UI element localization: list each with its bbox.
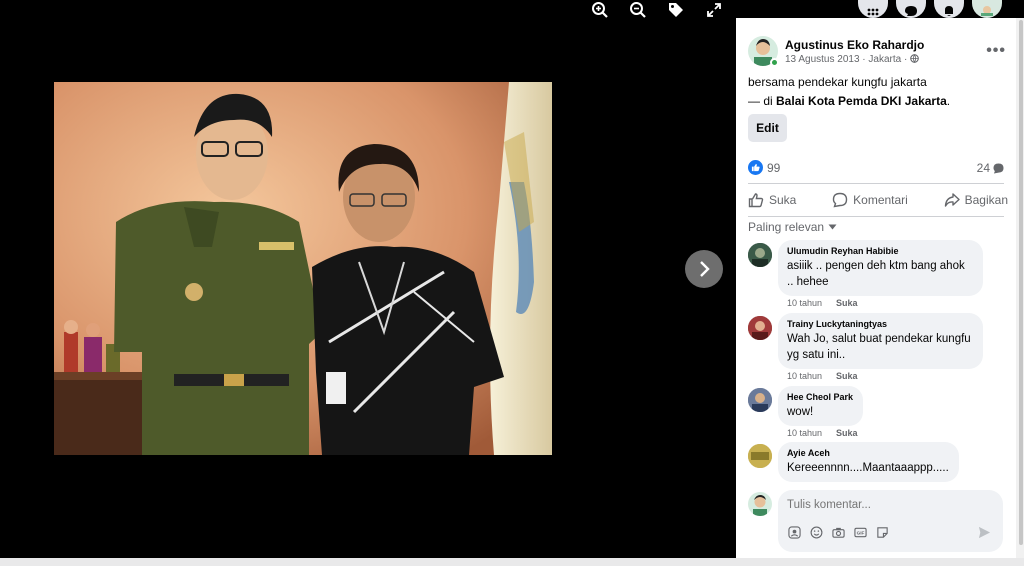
like-button[interactable]: Suka	[748, 188, 796, 212]
reactions-bar: 99 24	[748, 160, 1004, 176]
post-meta: 13 Agustus 2013 · Jakarta ·	[785, 54, 919, 65]
viewer-toolbar	[590, 0, 724, 20]
post-date[interactable]: 13 Agustus 2013	[785, 54, 860, 65]
comment-meta: 10 tahun Suka	[787, 371, 858, 381]
post-header: Agustinus Eko Rahardjo 13 Agustus 2013 ·…	[748, 36, 1006, 70]
checkin-prefix: — di	[748, 94, 777, 108]
commenter-avatar[interactable]	[748, 243, 772, 267]
comment-text: Wah Jo, salut buat pendekar kungfu yg sa…	[787, 333, 971, 361]
comment-like-button[interactable]: Suka	[836, 428, 858, 438]
post-photo	[54, 82, 552, 455]
zoom-out-icon[interactable]	[628, 0, 648, 20]
comment-bubble: Ayie Aceh Kereeennnn....Maantaaappp.....	[778, 442, 959, 482]
comment-time[interactable]: 10 tahun	[787, 371, 822, 381]
comment-item: Ayie Aceh Kereeennnn....Maantaaappp.....	[748, 442, 1008, 482]
divider	[748, 216, 1004, 217]
checkin-suffix: .	[946, 94, 951, 108]
like-count[interactable]: 99	[767, 161, 780, 175]
comment-sort-dropdown[interactable]: Paling relevan	[748, 220, 837, 234]
edit-button[interactable]: Edit	[748, 114, 787, 142]
gif-icon[interactable]: GIF	[854, 526, 867, 539]
comment-text: asiiik .. pengen deh ktm bang ahok .. he…	[787, 260, 965, 288]
comment-count[interactable]: 24	[977, 161, 1004, 175]
messenger-icon[interactable]	[896, 0, 926, 18]
comment-bubble-icon	[993, 162, 1004, 174]
comment-meta: 10 tahun Suka	[787, 428, 858, 438]
comment-time[interactable]: 10 tahun	[787, 298, 822, 308]
top-nav	[858, 0, 1002, 18]
commenter-name[interactable]: Ulumudin Reyhan Habibie	[787, 245, 973, 258]
comment-like-button[interactable]: Suka	[836, 371, 858, 381]
comment-icon	[832, 192, 848, 208]
sort-label: Paling relevan	[748, 220, 825, 234]
commenter-name[interactable]: Hee Cheol Park	[787, 391, 853, 404]
comment-item: Hee Cheol Park wow! 10 tahun Suka	[748, 386, 1008, 440]
share-label: Bagikan	[964, 193, 1008, 207]
share-button[interactable]: Bagikan	[944, 188, 1008, 212]
chevron-right-icon	[700, 261, 710, 277]
window-bottom-edge	[0, 558, 1024, 566]
comment-item: Ulumudin Reyhan Habibie asiiik .. pengen…	[748, 240, 1008, 312]
post-caption-block: bersama pendekar kungfu jakarta — di Bal…	[748, 73, 950, 111]
like-label: Suka	[769, 193, 797, 207]
more-options-icon[interactable]: •••	[986, 42, 1006, 60]
next-photo-button[interactable]	[685, 250, 723, 288]
like-reaction-icon[interactable]	[748, 160, 763, 175]
post-location[interactable]: Jakarta	[868, 54, 901, 65]
comment-text: Kereeennnn....Maantaaappp.....	[787, 462, 949, 474]
send-icon[interactable]	[978, 526, 991, 544]
thumbs-up-icon	[748, 193, 764, 208]
comment-count-value: 24	[976, 161, 990, 175]
commenter-avatar[interactable]	[748, 444, 772, 468]
divider	[748, 183, 1004, 184]
avatar-sticker-icon[interactable]	[788, 526, 801, 539]
comment-input[interactable]	[787, 497, 977, 513]
svg-text:GIF: GIF	[857, 531, 865, 536]
comment-item: Trainy Luckytaningtyas Wah Jo, salut bua…	[748, 313, 1008, 383]
post-caption: bersama pendekar kungfu jakarta	[748, 75, 927, 89]
checkin-place[interactable]: Balai Kota Pemda DKI Jakarta	[776, 94, 947, 108]
scrollbar-thumb[interactable]	[1019, 20, 1023, 545]
comment-meta: 10 tahun Suka	[787, 298, 858, 308]
zoom-in-icon[interactable]	[590, 0, 610, 20]
comment-like-button[interactable]: Suka	[836, 298, 858, 308]
comment-composer: GIF	[748, 490, 1004, 552]
comment-text: wow!	[787, 406, 814, 418]
commenter-avatar[interactable]	[748, 388, 772, 412]
comment-button[interactable]: Komentari	[832, 188, 908, 212]
camera-icon[interactable]	[832, 526, 845, 539]
comment-label: Komentari	[853, 193, 908, 207]
fullscreen-icon[interactable]	[704, 0, 724, 20]
menu-grid-icon[interactable]	[858, 0, 888, 18]
bell-icon[interactable]	[934, 0, 964, 18]
caret-down-icon	[828, 224, 837, 230]
share-icon	[944, 193, 960, 207]
comment-bubble: Trainy Luckytaningtyas Wah Jo, salut bua…	[778, 313, 983, 369]
commenter-avatar[interactable]	[748, 316, 772, 340]
commenter-name[interactable]: Ayie Aceh	[787, 447, 949, 460]
my-avatar[interactable]	[748, 492, 772, 516]
commenter-name[interactable]: Trainy Luckytaningtyas	[787, 318, 973, 331]
profile-avatar[interactable]	[972, 0, 1002, 18]
online-status-dot	[770, 58, 779, 67]
post-actions: Suka Komentari Bagikan	[748, 188, 1008, 212]
comment-bubble: Ulumudin Reyhan Habibie asiiik .. pengen…	[778, 240, 983, 296]
sticker-icon[interactable]	[876, 526, 889, 539]
panel-scrollbar[interactable]	[1016, 18, 1024, 558]
author-name[interactable]: Agustinus Eko Rahardjo	[785, 38, 924, 52]
globe-icon	[910, 54, 919, 63]
composer-tools: GIF	[788, 526, 889, 539]
post-checkin: — di Balai Kota Pemda DKI Jakarta.	[748, 92, 950, 111]
tag-icon[interactable]	[666, 0, 686, 20]
photo-viewer-page: Agustinus Eko Rahardjo 13 Agustus 2013 ·…	[0, 0, 1024, 566]
comment-box: GIF	[778, 490, 1003, 552]
comment-bubble: Hee Cheol Park wow!	[778, 386, 864, 426]
photo-viewer	[0, 0, 736, 566]
comment-time[interactable]: 10 tahun	[787, 428, 822, 438]
emoji-icon[interactable]	[810, 526, 823, 539]
post-details-panel: Agustinus Eko Rahardjo 13 Agustus 2013 ·…	[736, 18, 1016, 558]
